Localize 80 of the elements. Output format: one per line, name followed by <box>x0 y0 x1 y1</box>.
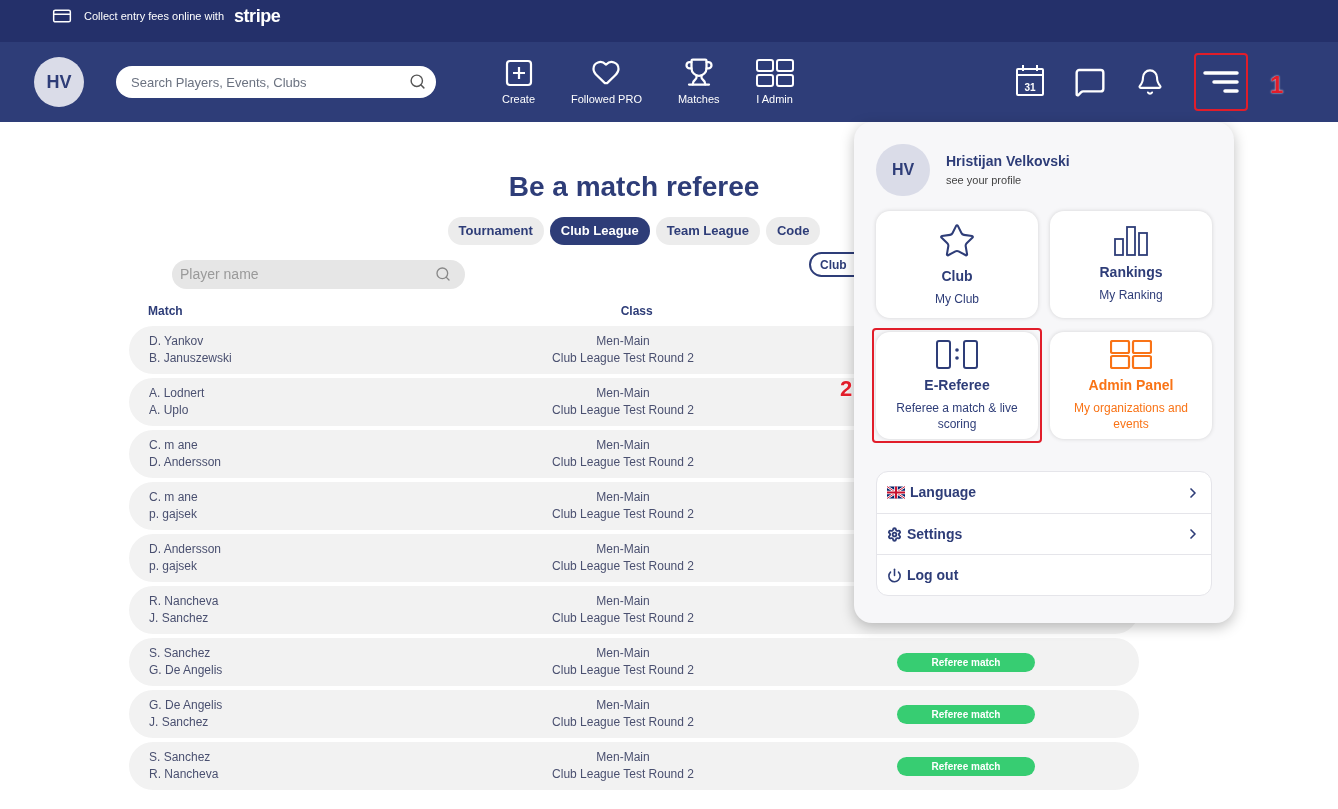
gear-icon <box>887 526 902 542</box>
flag-icon <box>887 486 905 499</box>
class-text: Club League Test Round 2 <box>552 766 694 783</box>
annotation-number: 2 <box>840 375 853 403</box>
player-name: J. Sanchez <box>149 610 210 627</box>
tab[interactable]: Code <box>765 217 821 245</box>
page-title: Be a match referee <box>508 170 760 204</box>
nav-item[interactable]: Create <box>496 58 542 108</box>
chat-icon[interactable] <box>1074 66 1106 98</box>
menu-tile[interactable]: Rankings My Ranking <box>1050 211 1212 318</box>
promo-text: Collect entry fees online with <box>84 8 224 24</box>
tab[interactable]: Tournament <box>447 217 544 245</box>
class-text: Club League Test Round 2 <box>552 506 694 523</box>
menu-link[interactable]: Log out <box>877 554 1211 595</box>
scoreboard-icon <box>936 339 978 369</box>
class-text: Men-Main <box>596 749 650 766</box>
class-text: Men-Main <box>596 697 650 714</box>
menu-button[interactable] <box>1194 53 1248 111</box>
class-text: Men-Main <box>596 489 650 506</box>
class-text: Men-Main <box>596 385 650 402</box>
class-text: Men-Main <box>596 541 650 558</box>
search-field[interactable]: Search Players, Events, Clubs <box>116 66 436 98</box>
search-icon <box>409 73 426 90</box>
player-name: p. gajsek <box>149 506 199 523</box>
card-icon <box>50 6 74 26</box>
profile-link[interactable]: see your profile <box>946 172 1070 189</box>
column-header: Match <box>148 303 183 320</box>
grid-icon <box>1110 339 1152 369</box>
player-name: G. De Angelis <box>149 697 224 714</box>
player-name: A. Lodnert <box>149 385 206 402</box>
class-text: Club League Test Round 2 <box>552 350 694 367</box>
class-text: Club League Test Round 2 <box>552 558 694 575</box>
menu-link[interactable]: Language <box>877 472 1211 513</box>
class-text: Men-Main <box>596 645 650 662</box>
menu-icon <box>1203 70 1239 94</box>
stripe-logo[interactable]: stripe <box>234 2 281 30</box>
avatar[interactable]: HV <box>34 57 84 107</box>
nav-item[interactable]: Followed PRO <box>565 56 648 108</box>
menu-tile[interactable]: Club My Club <box>876 211 1038 318</box>
nav-item[interactable]: I Admin <box>749 58 800 108</box>
grid-icon <box>755 58 794 87</box>
class-text: Club League Test Round 2 <box>552 714 694 731</box>
player-name: D. Yankov <box>149 333 205 350</box>
player-name: R. Nancheva <box>149 593 220 610</box>
search-icon <box>435 265 451 282</box>
player-name: S. Sanchez <box>149 749 212 766</box>
player-name: p. gajsek <box>149 558 199 575</box>
power-icon <box>887 567 902 583</box>
annotation-number: 1 <box>1270 70 1284 100</box>
class-text: Men-Main <box>596 437 650 454</box>
user-name[interactable]: Hristijan Velkovski <box>946 151 1070 173</box>
avatar[interactable]: HV <box>876 144 930 196</box>
player-name: D. Andersson <box>149 454 223 471</box>
class-text: Club League Test Round 2 <box>552 610 694 627</box>
player-name: J. Sanchez <box>149 714 210 731</box>
player-name: R. Nancheva <box>149 766 220 783</box>
tab[interactable]: Team League <box>655 217 760 245</box>
calendar-icon[interactable]: 31 <box>1016 68 1044 96</box>
class-text: Club League Test Round 2 <box>552 662 694 679</box>
player-name: C. m ane <box>149 489 199 506</box>
player-name: G. De Angelis <box>149 662 224 679</box>
player-name: A. Uplo <box>149 402 190 419</box>
player-name: B. Januszewski <box>149 350 233 367</box>
player-name: C. m ane <box>149 437 199 454</box>
tab[interactable]: Club League <box>549 217 650 245</box>
bar-chart-icon <box>1114 226 1148 256</box>
player-name: S. Sanchez <box>149 645 212 662</box>
class-text: Men-Main <box>596 333 650 350</box>
class-text: Club League Test Round 2 <box>552 402 694 419</box>
nav-item[interactable]: Matches <box>671 56 726 108</box>
trophy-icon <box>683 56 714 87</box>
column-header: Class <box>620 303 653 320</box>
notification-bell-icon[interactable] <box>1136 68 1164 96</box>
class-text: Men-Main <box>596 593 650 610</box>
menu-link[interactable]: Settings <box>877 513 1211 554</box>
class-text: Club League Test Round 2 <box>552 454 694 471</box>
plus-icon <box>504 58 533 87</box>
player-name: D. Andersson <box>149 541 223 558</box>
menu-tile[interactable]: E-Referee Referee a match & live scoring <box>876 332 1038 439</box>
player-search-field[interactable]: Player name <box>172 259 465 289</box>
